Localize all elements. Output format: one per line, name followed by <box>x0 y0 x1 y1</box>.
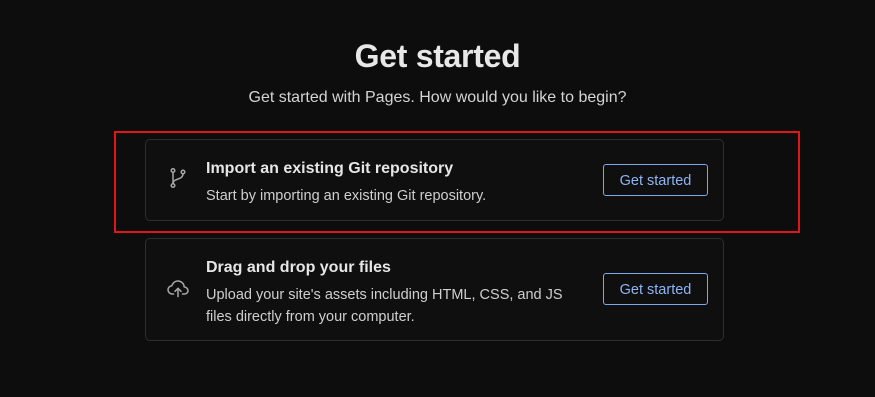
page-title: Get started <box>354 38 521 74</box>
drag-drop-get-started-button[interactable]: Get started <box>603 273 708 305</box>
highlight-box <box>114 131 800 233</box>
drag-drop-title: Drag and drop your files <box>206 259 391 276</box>
get-started-page: Get started Get started with Pages. How … <box>0 0 875 397</box>
page-subtitle: Get started with Pages. How would you li… <box>248 89 627 106</box>
drag-drop-description: Upload your site's assets including HTML… <box>206 287 563 325</box>
drag-drop-files-card: Drag and drop your files Upload your sit… <box>145 238 724 341</box>
cloud-upload-icon <box>166 276 190 300</box>
